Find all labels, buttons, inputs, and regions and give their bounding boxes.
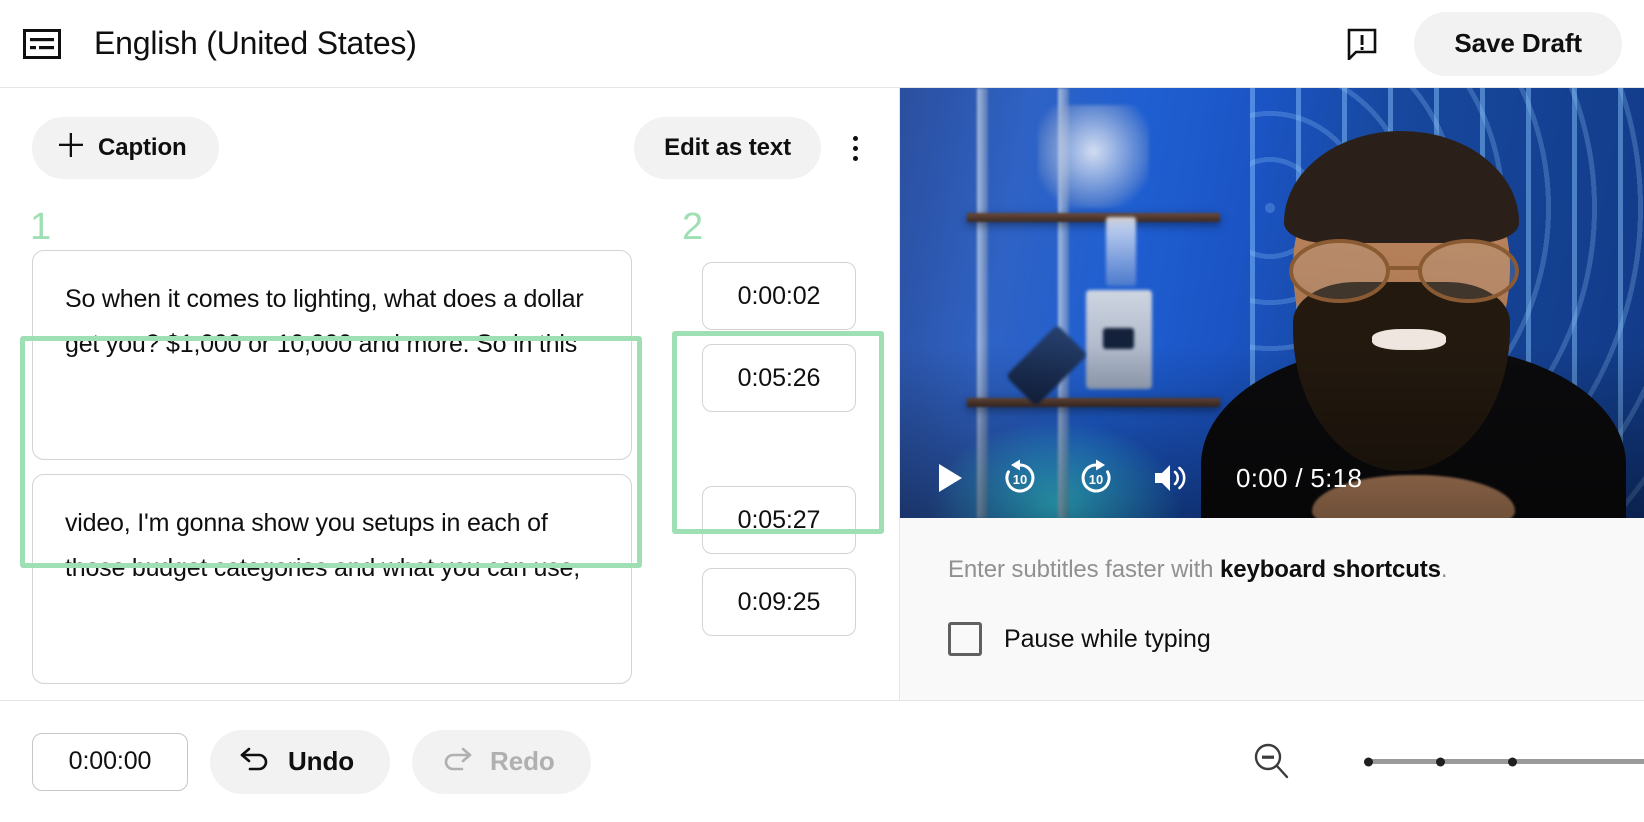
feedback-exclamation-icon[interactable] <box>1342 24 1382 64</box>
slider-tick <box>1364 757 1373 766</box>
closed-caption-icon <box>20 22 64 66</box>
undo-arrow-icon <box>238 744 272 779</box>
video-preview-pane: 10 10 0:00 / 5:18 Enter subtitles faster… <box>900 88 1644 700</box>
caption-rows: So when it comes to lighting, what does … <box>0 250 899 684</box>
forward-10-icon[interactable]: 10 <box>1076 458 1116 498</box>
keyboard-shortcuts-link[interactable]: keyboard shortcuts <box>1220 556 1441 583</box>
svg-text:10: 10 <box>1013 472 1027 487</box>
slider-tick <box>1436 757 1445 766</box>
editor-toolbar: Caption Edit as text <box>0 88 899 208</box>
annotation-number-2: 2 <box>682 206 704 248</box>
bottom-toolbar: 0:00:00 Undo Redo <box>0 700 1644 822</box>
caption-start-time-input[interactable]: 0:00:02 <box>702 262 856 330</box>
video-duration: 5:18 <box>1310 462 1363 493</box>
hint-suffix-text: . <box>1440 556 1448 583</box>
caption-editor-pane: Caption Edit as text 1 2 So when it come <box>0 88 900 700</box>
undo-button[interactable]: Undo <box>210 729 391 794</box>
page-title: English (United States) <box>94 25 417 61</box>
video-player[interactable]: 10 10 0:00 / 5:18 <box>900 88 1644 518</box>
kebab-menu-icon[interactable] <box>831 124 879 172</box>
play-icon[interactable] <box>936 462 964 494</box>
row-spacer <box>32 460 879 474</box>
table-row: video, I'm gonna show you setups in each… <box>32 474 879 684</box>
caption-time-stack: 0:05:27 0:09:25 <box>702 474 856 636</box>
add-caption-label: Caption <box>98 134 187 161</box>
add-caption-button[interactable]: Caption <box>32 117 219 179</box>
edit-as-text-button[interactable]: Edit as text <box>634 117 821 179</box>
caption-text-input[interactable]: So when it comes to lighting, what does … <box>32 250 632 460</box>
caption-end-time-input[interactable]: 0:09:25 <box>702 568 856 636</box>
redo-arrow-icon <box>440 744 474 779</box>
subtitle-editor-page: English (United States) Save Draft Capti… <box>0 0 1644 822</box>
replay-10-icon[interactable]: 10 <box>1000 458 1040 498</box>
video-controls-bar: 10 10 0:00 / 5:18 <box>900 438 1644 518</box>
undo-label: Undo <box>288 746 355 776</box>
caption-start-time-input[interactable]: 0:05:27 <box>702 486 856 554</box>
slider-tick <box>1508 757 1517 766</box>
zoom-out-icon[interactable] <box>1246 736 1298 788</box>
video-current-time: 0:00 <box>1236 462 1288 493</box>
hint-prefix-text: Enter subtitles faster with <box>948 556 1220 583</box>
video-time-display: 0:00 / 5:18 <box>1236 463 1362 494</box>
pause-while-typing-checkbox[interactable] <box>948 622 982 656</box>
playhead-time-input[interactable]: 0:00:00 <box>32 732 188 791</box>
redo-button[interactable]: Redo <box>412 729 591 794</box>
pause-while-typing-row[interactable]: Pause while typing <box>900 622 1644 656</box>
caption-end-time-input[interactable]: 0:05:26 <box>702 344 856 412</box>
pause-while-typing-label: Pause while typing <box>1004 624 1211 653</box>
page-header: English (United States) Save Draft <box>0 0 1644 88</box>
kebab-dot <box>852 155 858 161</box>
annotation-number-1: 1 <box>30 206 52 248</box>
caption-time-stack: 0:00:02 0:05:26 <box>702 250 856 412</box>
volume-on-icon[interactable] <box>1152 462 1188 494</box>
timeline-zoom-slider[interactable] <box>1364 750 1644 774</box>
video-time-separator: / <box>1295 462 1303 493</box>
svg-text:10: 10 <box>1089 472 1103 487</box>
editor-body: Caption Edit as text 1 2 So when it come <box>0 88 1644 700</box>
save-draft-button[interactable]: Save Draft <box>1414 11 1622 76</box>
slider-track <box>1364 759 1644 764</box>
kebab-dot <box>852 135 858 141</box>
kebab-dot <box>852 145 858 151</box>
plus-icon <box>58 132 84 165</box>
redo-label: Redo <box>490 746 555 776</box>
annotation-numbers: 1 2 <box>0 208 899 250</box>
table-row: So when it comes to lighting, what does … <box>32 250 879 460</box>
keyboard-shortcuts-hint: Enter subtitles faster with keyboard sho… <box>900 556 1644 584</box>
caption-text-input[interactable]: video, I'm gonna show you setups in each… <box>32 474 632 684</box>
